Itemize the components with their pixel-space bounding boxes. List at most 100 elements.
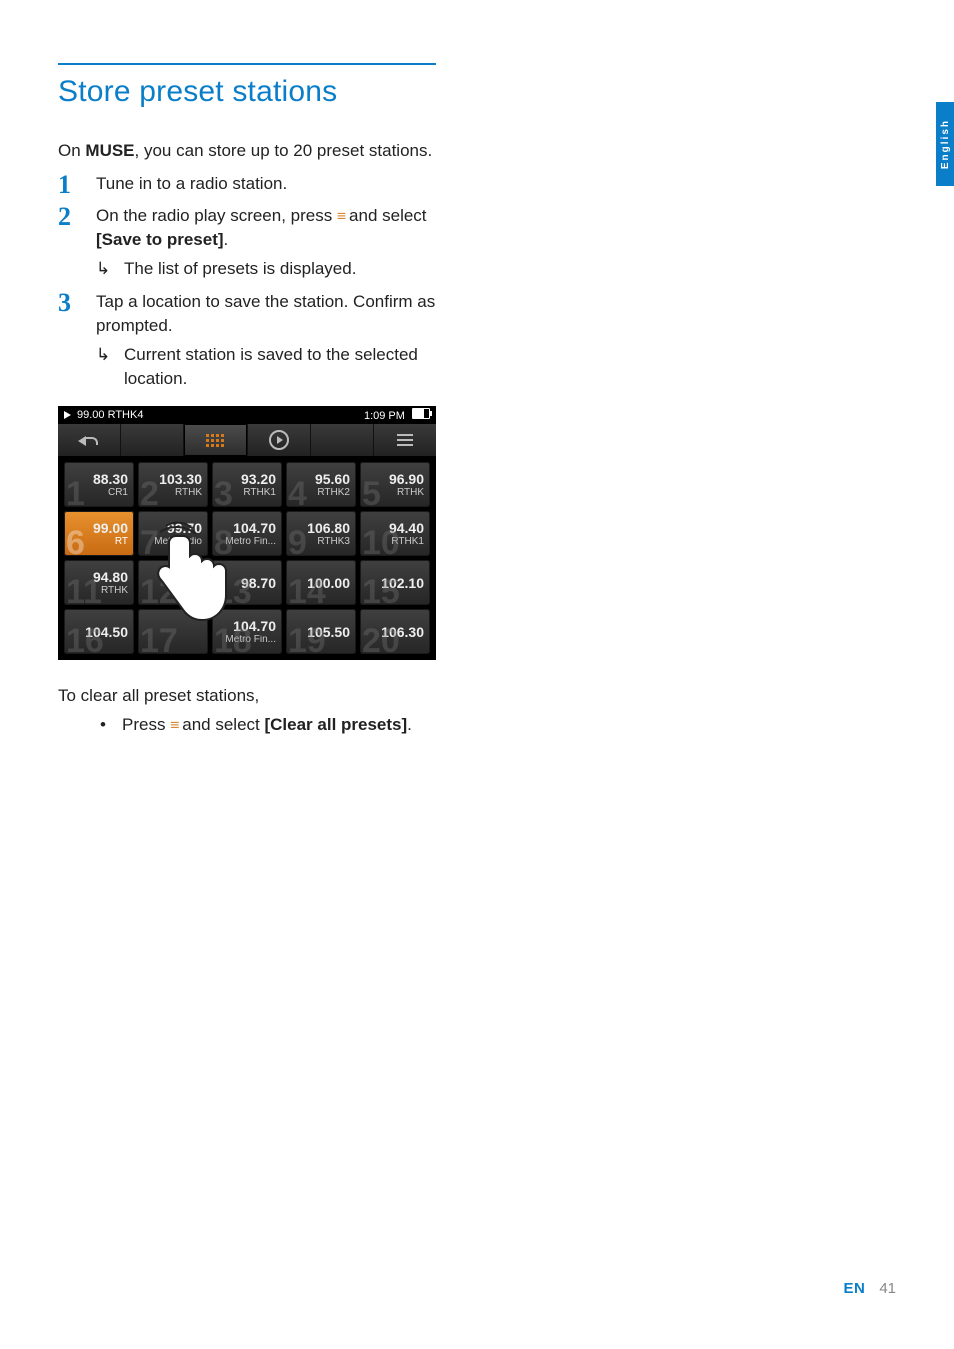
preset-tile[interactable]: 699.00RT <box>64 511 134 556</box>
status-bar: 99.00 RTHK4 1:09 PM <box>58 406 436 424</box>
preset-station-name: RTHK3 <box>317 537 350 547</box>
preset-frequency: 96.90 <box>389 472 424 486</box>
preset-tile[interactable]: 2103.30RTHK <box>138 462 208 507</box>
preset-station-name: RTHK1 <box>391 537 424 547</box>
preset-frequency: 99.70 <box>167 521 202 535</box>
step-3-number: 3 <box>58 290 80 393</box>
step-2-sub-text: The list of presets is displayed. <box>124 257 356 282</box>
status-left: 99.00 RTHK4 <box>64 409 143 421</box>
preset-frequency: 95.60 <box>315 472 350 486</box>
main-column: Store preset stations On MUSE, you can s… <box>58 63 436 737</box>
preset-frequency: 104.70 <box>233 521 276 535</box>
preset-station-name: CR1 <box>108 488 128 498</box>
preset-frequency: 106.80 <box>307 521 350 535</box>
bullet-icon: • <box>98 713 108 738</box>
preset-tile[interactable]: 9106.80RTHK3 <box>286 511 356 556</box>
preset-frequency: 105.50 <box>307 625 350 639</box>
step-3-sub-text: Current station is saved to the selected… <box>124 343 436 392</box>
preset-tile[interactable]: 393.20RTHK1 <box>212 462 282 507</box>
preset-tile[interactable]: 8104.70Metro Fin... <box>212 511 282 556</box>
preset-number: 17 <box>140 624 178 658</box>
step-2-post: and select <box>344 206 426 225</box>
preset-frequency: 104.50 <box>85 625 128 639</box>
preset-tile[interactable]: 15102.10 <box>360 560 430 605</box>
menu-icon: ≡ <box>170 715 177 736</box>
grid-icon <box>206 434 224 447</box>
step-3-body: Tap a location to save the station. Conf… <box>96 290 436 393</box>
steps-list: 1 Tune in to a radio station. 2 On the r… <box>58 172 436 392</box>
heading-rule <box>58 63 436 65</box>
play-icon <box>64 411 71 419</box>
preset-number: 2 <box>140 477 159 511</box>
preset-number: 6 <box>66 526 85 560</box>
preset-tile[interactable]: 17 <box>138 609 208 654</box>
preset-tile[interactable]: 495.60RTHK2 <box>286 462 356 507</box>
preset-frequency: 94.80 <box>93 570 128 584</box>
step-2-sub: ↳ The list of presets is displayed. <box>96 257 436 282</box>
preset-tile[interactable]: 16104.50 <box>64 609 134 654</box>
back-icon <box>78 433 100 447</box>
step-2-action: [Save to preset] <box>96 230 224 249</box>
toolbar <box>58 424 436 457</box>
preset-station-name: RT <box>115 537 128 547</box>
preset-tile[interactable]: 1398.70 <box>212 560 282 605</box>
preset-station-name: RTHK <box>397 488 424 498</box>
preset-frequency: 106.30 <box>381 625 424 639</box>
clear-post: and select <box>178 715 265 734</box>
preset-frequency: 7.6 <box>183 570 202 584</box>
clear-section: To clear all preset stations, • Press ≡ … <box>58 684 436 737</box>
preset-station-name: Metro Fin... <box>225 537 276 547</box>
clear-bullet: • Press ≡ and select [Clear all presets]… <box>98 713 436 738</box>
intro-text: On MUSE, you can store up to 20 preset s… <box>58 139 436 164</box>
status-right: 1:09 PM <box>364 408 430 422</box>
clear-text: Press ≡ and select [Clear all presets]. <box>122 713 412 738</box>
preset-tile[interactable]: 1094.40RTHK1 <box>360 511 430 556</box>
page-footer: EN 41 <box>843 1280 896 1297</box>
menu-button[interactable] <box>374 424 436 456</box>
preset-frequency: 93.20 <box>241 472 276 486</box>
preset-tile[interactable]: 14100.00 <box>286 560 356 605</box>
preset-tile[interactable]: 596.90RTHK <box>360 462 430 507</box>
preset-tile[interactable]: 18104.70Metro Fin... <box>212 609 282 654</box>
footer-lang: EN <box>843 1280 865 1297</box>
page-title: Store preset stations <box>58 75 436 109</box>
preset-frequency: 94.40 <box>389 521 424 535</box>
preset-number: 3 <box>214 477 233 511</box>
preset-frequency: 99.00 <box>93 521 128 535</box>
preset-tile[interactable]: 19105.50 <box>286 609 356 654</box>
preset-frequency: 104.70 <box>233 619 276 633</box>
preset-tile[interactable]: 188.30CR1 <box>64 462 134 507</box>
grid-view-button[interactable] <box>184 424 247 456</box>
preset-station-name: RTHK1 <box>243 488 276 498</box>
preset-tile[interactable]: 1194.80RTHK <box>64 560 134 605</box>
result-arrow-icon: ↳ <box>96 343 114 392</box>
preset-frequency: 103.30 <box>159 472 202 486</box>
step-1: 1 Tune in to a radio station. <box>58 172 436 198</box>
preset-station-name: RTHK2 <box>317 488 350 498</box>
preset-grid: 188.30CR12103.30RTHK393.20RTHK1495.60RTH… <box>58 456 436 660</box>
step-1-text: Tune in to a radio station. <box>96 172 287 198</box>
step-2: 2 On the radio play screen, press ≡ and … <box>58 204 436 282</box>
device-screenshot: 99.00 RTHK4 1:09 PM 188.30CR12103.30RTHK… <box>58 406 436 660</box>
step-2-dot: . <box>224 230 229 249</box>
preset-tile[interactable]: 799.70Metroradio <box>138 511 208 556</box>
preset-number: 4 <box>288 477 307 511</box>
intro-post: , you can store up to 20 preset stations… <box>135 141 433 160</box>
result-arrow-icon: ↳ <box>96 257 114 282</box>
menu-icon: ≡ <box>337 206 344 227</box>
now-playing-button[interactable] <box>248 424 311 456</box>
preset-number: 12 <box>140 575 178 609</box>
intro-brand: MUSE <box>85 141 134 160</box>
preset-tile[interactable]: 127.64 <box>138 560 208 605</box>
step-3: 3 Tap a location to save the station. Co… <box>58 290 436 393</box>
clear-pre: Press <box>122 715 170 734</box>
preset-number: 5 <box>362 477 381 511</box>
preset-frequency: 100.00 <box>307 576 350 590</box>
preset-station-name: Metroradio <box>154 537 202 547</box>
back-button[interactable] <box>58 424 121 456</box>
footer-page-number: 41 <box>879 1280 896 1297</box>
clear-intro: To clear all preset stations, <box>58 684 436 709</box>
clear-action: [Clear all presets] <box>264 715 407 734</box>
preset-tile[interactable]: 20106.30 <box>360 609 430 654</box>
step-2-number: 2 <box>58 204 80 282</box>
